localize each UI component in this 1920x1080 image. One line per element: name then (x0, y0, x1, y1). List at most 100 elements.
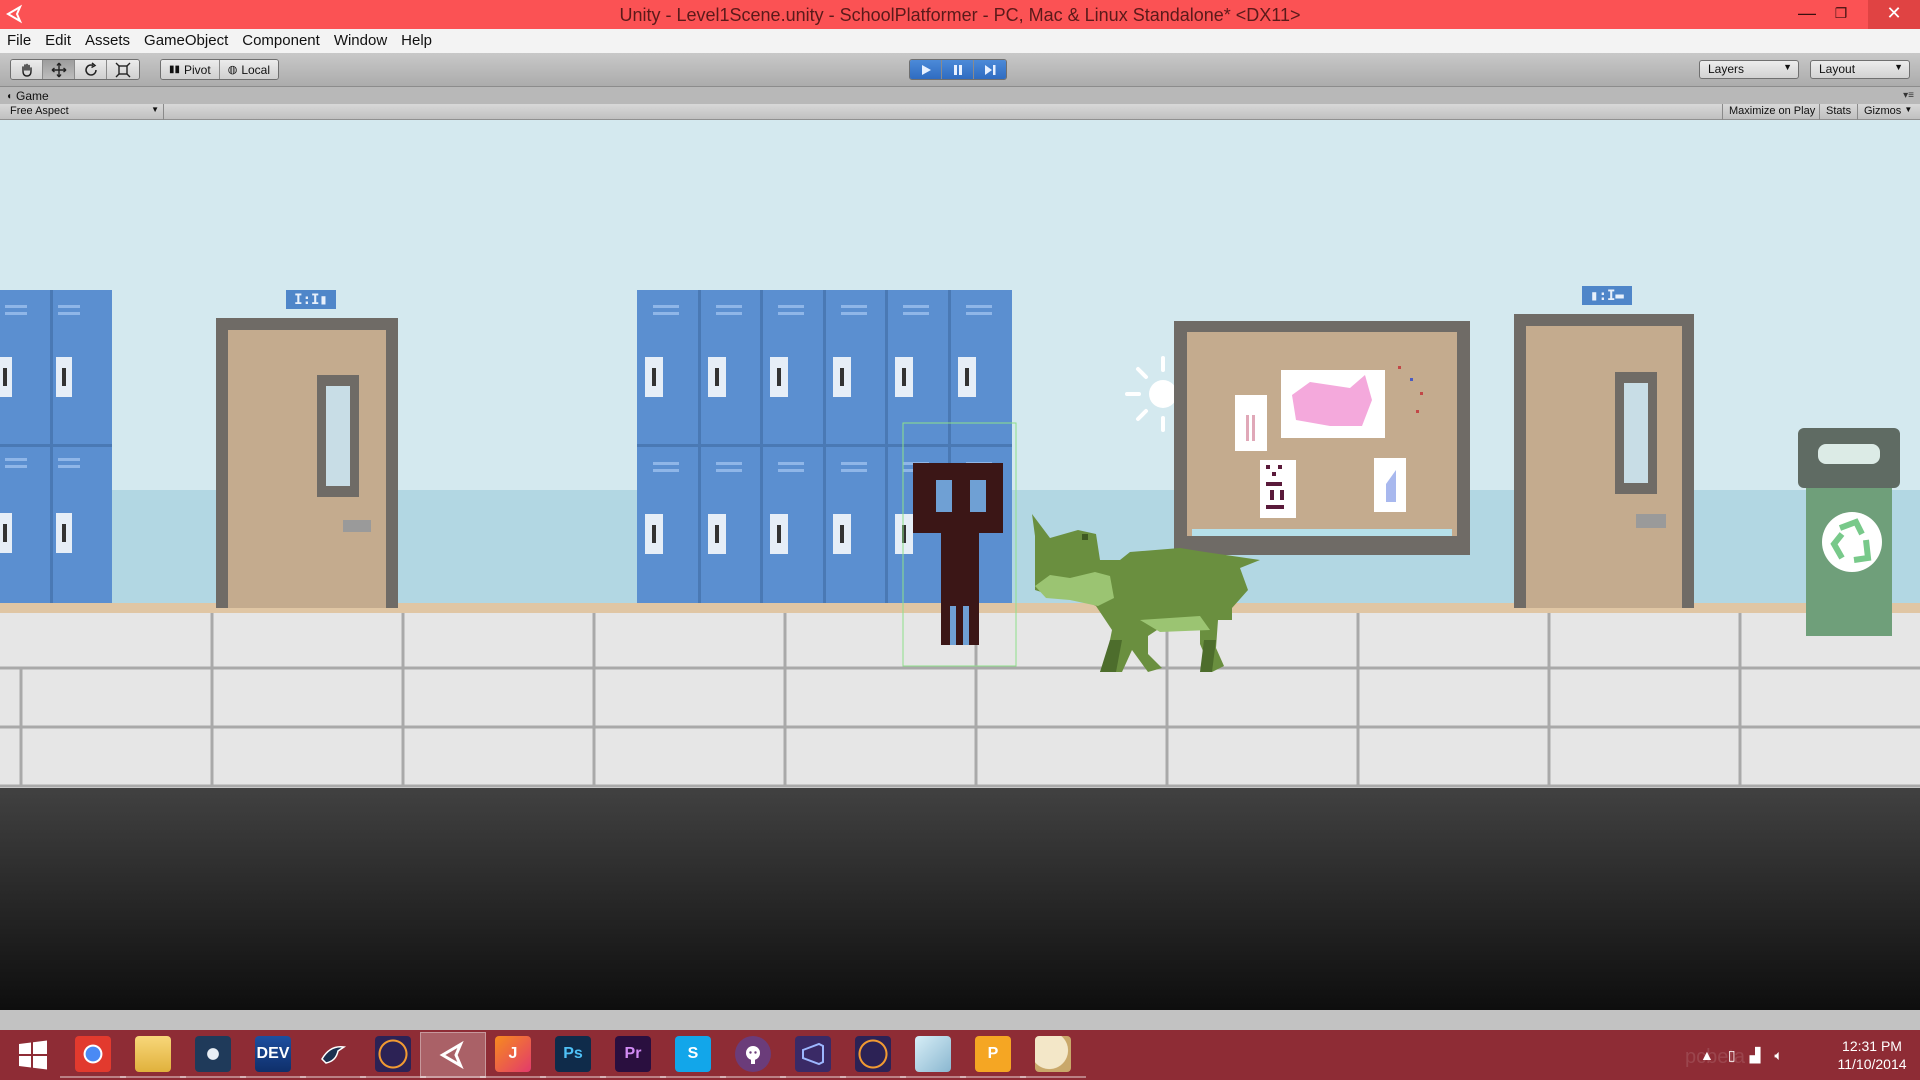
menu-component[interactable]: Component (235, 29, 327, 53)
gizmos-label: Gizmos (1864, 105, 1902, 117)
photoshop-icon: Ps (555, 1036, 591, 1072)
rotate-tool-button[interactable] (75, 60, 107, 79)
hand-icon (21, 63, 32, 77)
taskbar-app-github[interactable] (720, 1032, 786, 1078)
local-label: Local (241, 62, 270, 77)
taskbar-app-photoshop[interactable]: Ps (540, 1032, 606, 1078)
move-tool-button[interactable] (43, 60, 75, 79)
game-void-area (0, 788, 1920, 1010)
local-button[interactable]: ◍ Local (219, 60, 278, 79)
taskbar-app-label: Ps (563, 1045, 583, 1062)
taskbar-app-explorer[interactable] (120, 1032, 186, 1078)
step-button[interactable] (974, 60, 1006, 79)
locker-handle (840, 525, 844, 543)
pause-button[interactable] (942, 60, 974, 79)
locker-handle (965, 368, 969, 386)
taskbar-app-paint[interactable] (1020, 1032, 1086, 1078)
taskbar-app-pidgin[interactable]: P (960, 1032, 1026, 1078)
chevron-down-icon: ▼ (1904, 105, 1913, 114)
taskbar-clock[interactable]: 12:31 PM 11/10/2014 (1830, 1037, 1914, 1073)
battery-icon[interactable]: ▯ (1728, 1047, 1736, 1064)
maximize-button[interactable]: ❐ (1824, 0, 1858, 29)
locker-vent (966, 305, 992, 308)
hand-tool-button[interactable] (11, 60, 43, 79)
scale-tool-button[interactable] (107, 60, 139, 79)
locker-handle (715, 368, 719, 386)
taskbar-app-eclipse[interactable] (360, 1032, 426, 1078)
menu-help[interactable]: Help (394, 29, 439, 53)
right-door: ▮:I▬ (1514, 286, 1694, 608)
locker-handle (840, 368, 844, 386)
taskbar-app-skype[interactable]: S (660, 1032, 726, 1078)
pacman-icon: ◖ (6, 90, 13, 102)
aspect-dropdown[interactable]: Free Aspect ▼ (6, 104, 164, 120)
start-button[interactable] (0, 1032, 66, 1078)
menu-gameobject[interactable]: GameObject (137, 29, 235, 53)
menu-file[interactable]: File (0, 29, 38, 53)
taskbar-app-eclipse2[interactable] (840, 1032, 906, 1078)
locker-vent (841, 462, 867, 465)
tab-options-icon[interactable]: ▾≡ (1903, 90, 1914, 101)
taskbar-app-notes[interactable] (900, 1032, 966, 1078)
locker-vent (841, 312, 867, 315)
maximize-on-play-button[interactable]: Maximize on Play (1722, 104, 1821, 120)
locker-vent (716, 312, 742, 315)
layers-label: Layers (1708, 62, 1745, 76)
editor-status-bar (0, 1010, 1920, 1030)
bird-icon (315, 1036, 351, 1072)
play-controls (909, 59, 1007, 80)
locker-vent (841, 469, 867, 472)
locker-handle (777, 525, 781, 543)
github-icon (735, 1036, 771, 1072)
taskbar-app-steam[interactable] (180, 1032, 246, 1078)
title-bar: Unity - Level1Scene.unity - SchoolPlatfo… (0, 0, 1920, 29)
pivot-label: Pivot (184, 62, 211, 77)
locker-handle (777, 368, 781, 386)
gizmos-button[interactable]: Gizmos ▼ (1857, 104, 1915, 120)
door-sign-left: I:I▮ (294, 292, 328, 308)
tab-game[interactable]: ◖ Game (6, 87, 49, 104)
taskbar-app-jedit[interactable] (300, 1032, 366, 1078)
locker-vent (778, 312, 804, 315)
taskbar-app-chrome[interactable] (60, 1032, 126, 1078)
steam-icon (195, 1036, 231, 1072)
note-icon (915, 1036, 951, 1072)
layout-dropdown[interactable]: Layout ▼ (1810, 60, 1910, 79)
menu-assets[interactable]: Assets (78, 29, 137, 53)
scale-icon (115, 62, 131, 77)
locker-vent (716, 469, 742, 472)
clock-time: 12:31 PM (1842, 1038, 1902, 1054)
folder-icon (135, 1036, 171, 1072)
locker-vent (653, 462, 679, 465)
minimize-button[interactable]: — (1790, 0, 1824, 29)
unity-editor-window: Unity - Level1Scene.unity - SchoolPlatfo… (0, 0, 1920, 1080)
stats-button[interactable]: Stats (1819, 104, 1857, 120)
tray-expand-icon[interactable]: ▲ (1700, 1047, 1714, 1063)
left-door: I:I▮ (216, 290, 398, 608)
locker-handle (652, 368, 656, 386)
close-button[interactable]: ✕ (1868, 0, 1920, 29)
skype-icon: S (675, 1036, 711, 1072)
taskbar-app-devcpp[interactable]: DEV (240, 1032, 306, 1078)
p-icon: P (975, 1036, 1011, 1072)
layers-dropdown[interactable]: Layers ▼ (1699, 60, 1799, 79)
windows-taskbar: DEV J Ps Pr S P pcbeta ▲ ▯ ▟ 🔈︎ 12:31 PM 11/1… (0, 1030, 1920, 1080)
menu-window[interactable]: Window (327, 29, 394, 53)
pause-icon (953, 64, 962, 75)
taskbar-app-premiere[interactable]: Pr (600, 1032, 666, 1078)
signal-icon[interactable]: ▟ (1750, 1047, 1761, 1064)
menu-edit[interactable]: Edit (38, 29, 78, 53)
locker-vent (653, 312, 679, 315)
pivot-button[interactable]: ▮▮ Pivot (161, 60, 220, 79)
windows-logo-icon (19, 1040, 47, 1070)
window-title: Unity - Level1Scene.unity - SchoolPlatfo… (619, 5, 1301, 25)
chevron-down-icon: ▼ (1894, 62, 1903, 72)
volume-icon[interactable]: 🔈︎ (1774, 1047, 1782, 1064)
tab-game-label: Game (16, 89, 49, 103)
taskbar-app-intellij[interactable]: J (480, 1032, 546, 1078)
taskbar-app-visualstudio[interactable] (780, 1032, 846, 1078)
locker-vent (966, 312, 992, 315)
aspect-label: Free Aspect (10, 105, 69, 117)
taskbar-app-unity[interactable] (420, 1032, 486, 1078)
play-button[interactable] (910, 60, 942, 79)
